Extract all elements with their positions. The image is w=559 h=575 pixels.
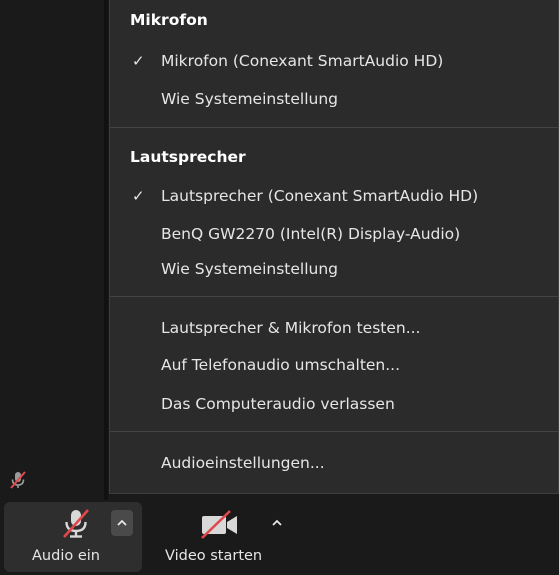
menu-item-label: Lautsprecher & Mikrofon testen... [161,319,421,337]
speaker-section-title: Lautsprecher [130,148,246,166]
audio-options-menu: Mikrofon ✓ Mikrofon (Conexant SmartAudio… [109,0,559,494]
menu-item-label: Auf Telefonaudio umschalten... [161,356,401,374]
menu-item-speaker-conexant[interactable]: ✓ Lautsprecher (Conexant SmartAudio HD) [110,181,558,211]
video-camera-off-icon [200,508,237,540]
video-button-label: Video starten [165,548,263,564]
muted-microphone-icon [58,508,94,540]
menu-item-label: BenQ GW2270 (Intel(R) Display-Audio) [161,225,461,243]
microphone-section-title: Mikrofon [130,11,208,29]
menu-item-speaker-system[interactable]: Wie Systemeinstellung [110,254,558,284]
video-divider [104,0,108,500]
menu-item-test-audio[interactable]: Lautsprecher & Mikrofon testen... [110,313,558,343]
menu-item-leave-computer-audio[interactable]: Das Computeraudio verlassen [110,389,558,419]
menu-item-label: Wie Systemeinstellung [161,90,339,108]
menu-item-label: Wie Systemeinstellung [161,260,339,278]
menu-separator [110,431,558,432]
menu-item-label: Audioeinstellungen... [161,454,325,472]
checkmark-icon: ✓ [132,52,145,70]
zoom-meeting-window: Mikrofon ✓ Mikrofon (Conexant SmartAudio… [0,0,559,575]
chevron-up-icon [117,519,127,526]
audio-button-label: Audio ein [32,548,100,564]
menu-separator [110,296,558,297]
muted-mic-indicator-icon [8,470,28,490]
menu-item-switch-phone-audio[interactable]: Auf Telefonaudio umschalten... [110,350,558,380]
audio-options-caret-button[interactable] [111,510,133,536]
video-button[interactable]: Video starten [150,502,290,572]
menu-item-audio-settings[interactable]: Audioeinstellungen... [110,448,558,478]
video-options-caret-button[interactable] [266,510,288,536]
menu-item-label: Mikrofon (Conexant SmartAudio HD) [161,52,444,70]
meeting-toolbar: Audio ein Video starten [0,500,559,575]
chevron-up-icon [272,519,282,526]
checkmark-icon: ✓ [132,187,145,205]
video-area [0,0,112,500]
menu-item-speaker-benq[interactable]: BenQ GW2270 (Intel(R) Display-Audio) [110,219,558,249]
menu-item-label: Lautsprecher (Conexant SmartAudio HD) [161,187,479,205]
menu-item-microphone-conexant[interactable]: ✓ Mikrofon (Conexant SmartAudio HD) [110,46,558,76]
menu-item-microphone-system[interactable]: Wie Systemeinstellung [110,84,558,114]
menu-item-label: Das Computeraudio verlassen [161,395,395,413]
audio-button[interactable]: Audio ein [4,502,142,572]
menu-separator [110,127,558,128]
